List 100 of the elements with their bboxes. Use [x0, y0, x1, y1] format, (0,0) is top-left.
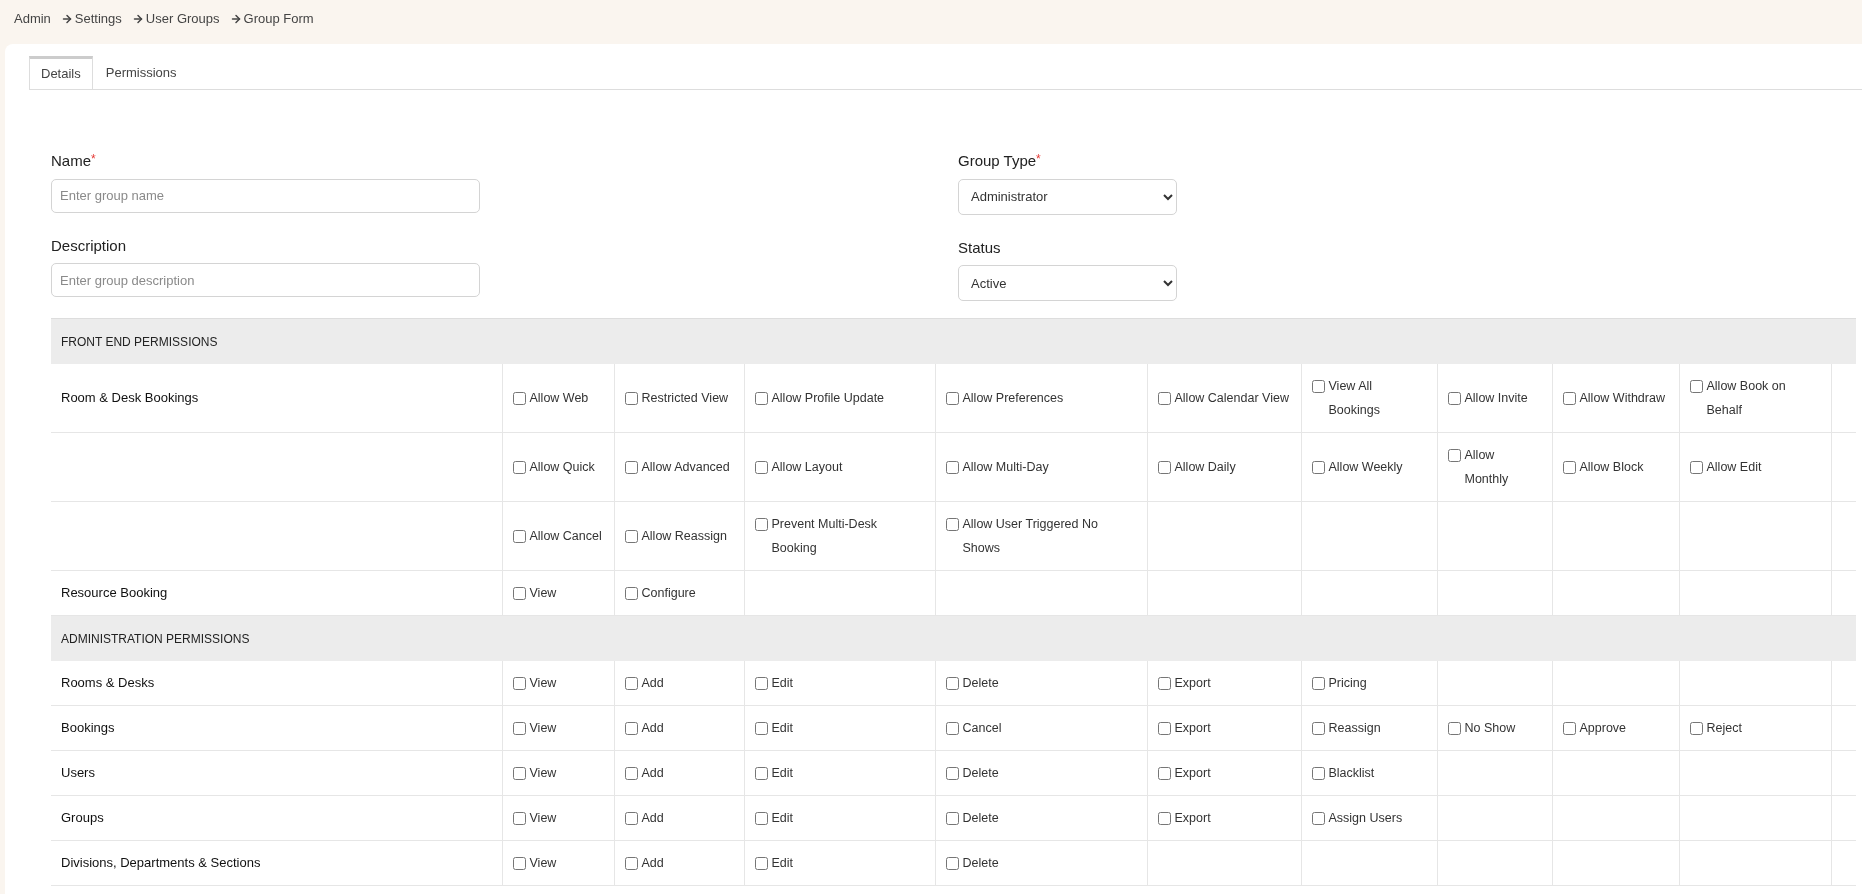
- checkbox[interactable]: [1447, 449, 1461, 462]
- checkbox-label: Allow Reassign: [641, 528, 727, 545]
- checkbox[interactable]: [945, 812, 959, 825]
- checkbox-label: Edit: [771, 674, 794, 692]
- checkbox[interactable]: [1311, 379, 1325, 393]
- checkbox[interactable]: [512, 587, 526, 600]
- row-label: Users: [61, 765, 95, 781]
- checkbox[interactable]: [1689, 461, 1703, 474]
- checkbox[interactable]: [1562, 391, 1576, 405]
- checkbox-label: Cancel: [962, 720, 1002, 737]
- row-label: Rooms & Desks: [61, 675, 155, 690]
- checkbox[interactable]: [754, 391, 768, 405]
- checkbox[interactable]: [754, 857, 768, 870]
- checkbox[interactable]: [624, 676, 638, 690]
- checkbox[interactable]: [1157, 461, 1171, 474]
- checkbox[interactable]: [512, 767, 526, 780]
- checkbox[interactable]: [754, 676, 768, 690]
- checkbox[interactable]: [754, 518, 768, 531]
- breadcrumb-link[interactable]: Group Form: [243, 9, 314, 29]
- checkbox-label: Edit: [771, 810, 794, 827]
- checkbox[interactable]: [1562, 461, 1576, 474]
- checkbox[interactable]: [754, 461, 768, 474]
- checkbox-label: Allow Daily: [1174, 459, 1236, 476]
- checkbox[interactable]: [945, 722, 959, 735]
- checkbox[interactable]: [945, 518, 959, 531]
- checkbox[interactable]: [624, 391, 638, 405]
- checkbox[interactable]: [1311, 722, 1325, 735]
- checkbox-label: Allow Calendar View: [1174, 389, 1289, 407]
- checkbox-label: Assign Users: [1328, 810, 1403, 827]
- text-field[interactable]: Enter group description: [51, 263, 480, 297]
- checkbox[interactable]: [945, 461, 959, 474]
- checkbox[interactable]: [512, 812, 526, 825]
- checkbox[interactable]: [1447, 391, 1461, 405]
- checkbox[interactable]: [512, 391, 526, 405]
- checkbox-label: View: [529, 765, 557, 782]
- dropdown-field[interactable]: Active: [958, 265, 1177, 301]
- checkbox-label: Approve: [1579, 720, 1627, 737]
- checkbox-label: Add: [641, 720, 664, 737]
- checkbox-label: Allow Weekly: [1328, 459, 1403, 476]
- checkbox[interactable]: [945, 391, 959, 405]
- checkbox[interactable]: [1689, 379, 1703, 393]
- checkbox-label: Allow Block: [1579, 459, 1644, 476]
- checkbox-label: Export: [1174, 810, 1211, 827]
- row-label: Groups: [61, 810, 104, 826]
- checkbox[interactable]: [1157, 767, 1171, 780]
- checkbox[interactable]: [945, 857, 959, 870]
- field-label: Name: [51, 151, 91, 171]
- dropdown-field[interactable]: Administrator: [958, 178, 1177, 215]
- checkbox-label: Export: [1174, 720, 1211, 737]
- checkbox[interactable]: [1157, 391, 1171, 405]
- row-label: Bookings: [61, 720, 115, 736]
- tab[interactable]: Permissions: [92, 56, 190, 89]
- checkbox-label: Prevent Multi-Desk Booking: [771, 516, 879, 557]
- checkbox[interactable]: [624, 767, 638, 780]
- checkbox[interactable]: [1157, 722, 1171, 735]
- row-label: Room & Desk Bookings: [61, 390, 199, 405]
- checkbox[interactable]: [1562, 722, 1576, 735]
- checkbox[interactable]: [754, 812, 768, 825]
- checkbox-label: Delete: [962, 765, 999, 782]
- checkbox[interactable]: [512, 722, 526, 735]
- field-label: Description: [51, 235, 127, 256]
- checkbox[interactable]: [1311, 812, 1325, 825]
- breadcrumb-link[interactable]: User Groups: [145, 9, 220, 29]
- checkbox[interactable]: [1447, 722, 1461, 735]
- checkbox-label: Export: [1174, 765, 1211, 782]
- breadcrumb-link[interactable]: Admin: [14, 9, 51, 29]
- checkbox-label: Configure: [641, 585, 696, 602]
- checkbox[interactable]: [624, 722, 638, 735]
- checkbox[interactable]: [512, 676, 526, 690]
- checkbox-label: Delete: [962, 674, 999, 692]
- checkbox[interactable]: [945, 767, 959, 780]
- required-mark: *: [91, 151, 96, 168]
- checkbox-label: Allow Quick: [529, 459, 595, 476]
- checkbox[interactable]: [754, 722, 768, 735]
- row-label: Divisions, Departments & Sections: [61, 855, 261, 871]
- text-field[interactable]: Enter group name: [51, 178, 480, 213]
- checkbox[interactable]: [512, 530, 526, 543]
- checkbox[interactable]: [1311, 461, 1325, 474]
- checkbox[interactable]: [1311, 767, 1325, 780]
- checkbox[interactable]: [512, 857, 526, 870]
- checkbox-label: Add: [641, 765, 664, 782]
- checkbox-label: Restricted View: [641, 389, 729, 407]
- checkbox-label: Allow Book on Behalf: [1706, 377, 1787, 419]
- checkbox-label: View: [529, 585, 557, 602]
- checkbox[interactable]: [624, 857, 638, 870]
- checkbox[interactable]: [512, 461, 526, 474]
- checkbox[interactable]: [1157, 812, 1171, 825]
- checkbox[interactable]: [1311, 676, 1325, 690]
- checkbox-label: Edit: [771, 855, 794, 872]
- checkbox[interactable]: [624, 587, 638, 600]
- checkbox-label: Allow Web: [529, 389, 589, 407]
- checkbox[interactable]: [624, 812, 638, 825]
- checkbox[interactable]: [624, 461, 638, 474]
- checkbox[interactable]: [754, 767, 768, 780]
- checkbox[interactable]: [1689, 722, 1703, 735]
- breadcrumb-link[interactable]: Settings: [74, 9, 122, 29]
- checkbox[interactable]: [945, 676, 959, 690]
- tab[interactable]: Details: [29, 56, 93, 89]
- checkbox[interactable]: [1157, 676, 1171, 690]
- checkbox[interactable]: [624, 530, 638, 543]
